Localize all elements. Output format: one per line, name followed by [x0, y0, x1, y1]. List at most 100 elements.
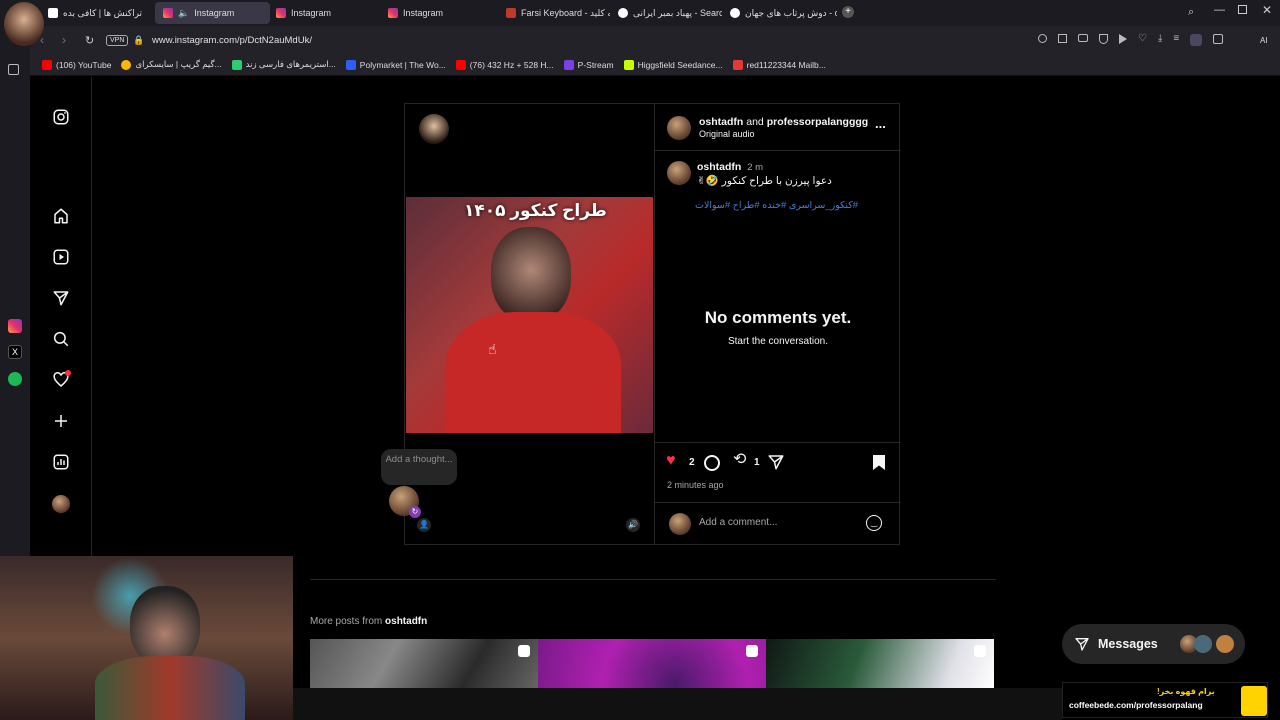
search-icon[interactable]: [52, 330, 70, 348]
post-header: oshtadfn and professorpalangggg Original…: [655, 104, 901, 151]
tab-label: Instagram: [291, 8, 332, 18]
search-tabs-icon[interactable]: ⌕: [1188, 6, 1194, 19]
post-side-panel: oshtadfn and professorpalangggg Original…: [654, 104, 901, 544]
mute-icon[interactable]: 🔊: [626, 518, 640, 532]
tab-0[interactable]: تراکنش ها | کافی بده: [40, 2, 150, 24]
x-icon[interactable]: X: [8, 345, 22, 359]
tab-3[interactable]: Instagram: [380, 2, 498, 24]
reel-icon: [518, 645, 530, 657]
message-avatar: [1193, 635, 1212, 653]
bookmark-item[interactable]: Polymarket | The Wo...: [345, 59, 446, 70]
tab-4[interactable]: Farsi Keyboard - صفحه کلید: [498, 2, 610, 24]
google-icon: [730, 8, 740, 18]
post-time-ago: 2 minutes ago: [667, 480, 724, 490]
post-thumbnail[interactable]: [538, 639, 766, 689]
instagram-icon[interactable]: [8, 319, 22, 333]
forward-icon[interactable]: ›: [62, 33, 66, 47]
post-thumbnail[interactable]: [766, 639, 994, 689]
notifications-icon[interactable]: [52, 370, 71, 389]
extension-icon[interactable]: [1190, 34, 1203, 46]
reel-icon: [746, 645, 758, 657]
polymarket-icon: [345, 59, 356, 70]
comment-icon[interactable]: [704, 455, 720, 471]
like-filled-icon[interactable]: ♥: [666, 453, 676, 469]
thought-bubble[interactable]: Add a thought...: [381, 449, 457, 485]
reels-icon[interactable]: [52, 248, 70, 266]
messages-button[interactable]: Messages: [1062, 624, 1245, 664]
bookmark-item[interactable]: red11223344 Mailb...: [732, 59, 826, 70]
create-icon[interactable]: [52, 412, 70, 430]
download-icon[interactable]: ⤓: [1158, 34, 1162, 46]
bookmark-item[interactable]: استریمرهای فارسی زند...: [231, 59, 336, 70]
camera-icon[interactable]: [1078, 34, 1088, 42]
browser-side-rail: X: [0, 26, 30, 556]
stream-icon: [563, 59, 574, 70]
heart-icon[interactable]: ♡: [1138, 34, 1147, 46]
edit-icon[interactable]: [1058, 34, 1067, 43]
instagram-logo-icon[interactable]: [52, 108, 70, 126]
reload-icon[interactable]: ↻: [85, 34, 94, 47]
coauthor-username[interactable]: professorpalangggg: [767, 116, 869, 128]
like-count[interactable]: 2: [689, 457, 695, 468]
star-icon[interactable]: [8, 64, 19, 75]
bookmark-item[interactable]: گیم گریپ | سایسکرای...: [121, 59, 222, 70]
video-author-avatar: [419, 114, 449, 144]
video-overlay-text: طراح کنکور ۱۴۰۵: [464, 201, 607, 220]
bookmark-item[interactable]: Higgsfield Seedance...: [623, 59, 723, 70]
google-icon: [618, 8, 628, 18]
browser-tab-bar: تراکنش ها | کافی بده 🔈 Instagram Instagr…: [0, 0, 1280, 46]
video-frame[interactable]: طراح کنکور ۱۴۰۵: [406, 197, 653, 433]
tab-6[interactable]: دوش پرتاب های جهان - ch: [722, 2, 837, 24]
webcam-overlay: [0, 556, 293, 720]
repost-icon[interactable]: ⟲: [733, 452, 746, 468]
post-thumbnail[interactable]: [310, 639, 538, 689]
ai-button[interactable]: AI: [1260, 36, 1268, 45]
caption-username[interactable]: oshtadfn: [697, 161, 741, 173]
caption-hashtags[interactable]: #کنکور_سراسری #خنده #طراح #سوالات: [695, 200, 858, 211]
tagged-users-icon[interactable]: 👤: [417, 518, 431, 532]
restore-icon[interactable]: [1238, 5, 1247, 14]
home-icon[interactable]: [52, 207, 70, 225]
tab-1[interactable]: 🔈 Instagram: [155, 2, 270, 24]
close-icon[interactable]: ✕: [1262, 3, 1272, 17]
profile-avatar[interactable]: [52, 495, 70, 513]
profile-avatar[interactable]: [4, 2, 44, 46]
minimize-icon[interactable]: —: [1214, 4, 1225, 16]
shield-icon[interactable]: [1099, 34, 1108, 44]
author-avatar[interactable]: [667, 116, 691, 140]
bookmark-item[interactable]: P-Stream: [563, 59, 614, 70]
messages-icon[interactable]: [52, 289, 70, 307]
instagram-sidebar: [30, 77, 92, 557]
sidebar-icon[interactable]: [1213, 34, 1224, 44]
action-bar: ♥ 2 ⟲ 1 2 minutes ago: [655, 442, 901, 492]
share-icon[interactable]: [767, 453, 785, 471]
bookmark-item[interactable]: (106) YouTube: [42, 59, 111, 70]
comment-input[interactable]: Add a comment...: [699, 517, 777, 528]
audio-link[interactable]: Original audio: [699, 129, 755, 139]
tab-2[interactable]: Instagram: [268, 2, 380, 24]
bookmark-item[interactable]: (76) 432 Hz + 528 H...: [455, 59, 554, 70]
post-media[interactable]: طراح کنکور ۱۴۰۵ Add a thought... ↻ 👤 🔊: [381, 104, 654, 544]
caption-text: دعوا پیرزن با طراح کنکور 🤣✌: [697, 175, 832, 187]
emoji-icon[interactable]: ‿: [866, 515, 882, 531]
bookmark-filled-icon[interactable]: [873, 455, 885, 470]
author-username[interactable]: oshtadfn: [699, 116, 743, 128]
notification-dot: [65, 370, 71, 376]
url-input[interactable]: www.instagram.com/p/DctN2auMdUk/: [152, 35, 312, 46]
menu-icon[interactable]: ≡: [1173, 34, 1179, 46]
vpn-badge[interactable]: VPN: [106, 34, 129, 46]
donation-banner[interactable]: برام قهوه بخر! coffeebede.com/professorp…: [1062, 682, 1268, 718]
more-options-icon[interactable]: ...: [875, 116, 886, 131]
speaker-icon[interactable]: 🔈: [178, 8, 189, 19]
spotify-icon[interactable]: [8, 372, 22, 386]
streamer-body: [95, 656, 245, 720]
zoom-icon[interactable]: [1038, 34, 1047, 43]
more-posts-username[interactable]: oshtadfn: [385, 616, 427, 627]
dashboard-icon[interactable]: [52, 453, 70, 471]
new-tab-button[interactable]: +: [842, 6, 854, 18]
caption-avatar[interactable]: [667, 161, 691, 185]
and-text: and: [746, 116, 764, 128]
play-icon[interactable]: [1119, 34, 1127, 44]
tab-5[interactable]: پهباد بمبر ایرانی - Search: [610, 2, 722, 24]
repost-count[interactable]: 1: [754, 457, 760, 468]
